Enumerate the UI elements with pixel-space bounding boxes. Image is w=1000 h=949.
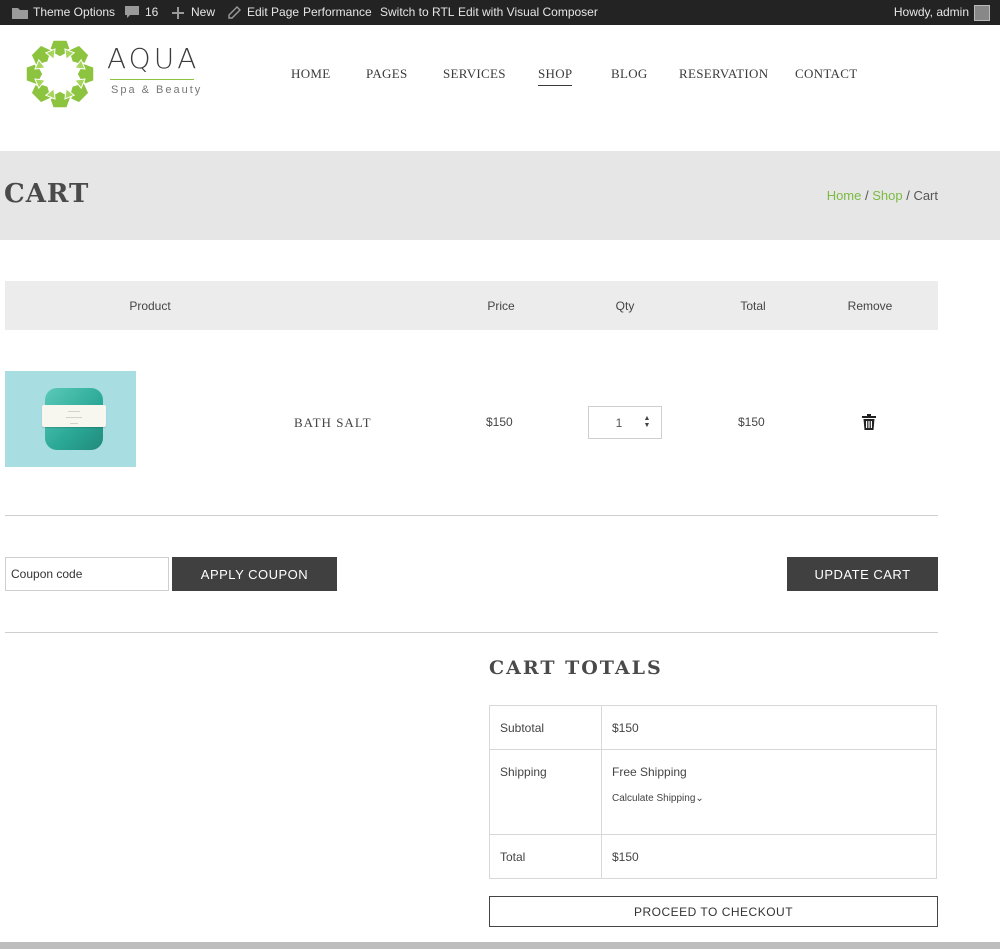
breadcrumb-separator: /: [902, 188, 914, 203]
product-name[interactable]: BATH SALT: [294, 415, 372, 431]
quantity-value: 1: [615, 416, 623, 430]
divider: [5, 515, 938, 516]
update-cart-button[interactable]: UPDATE CART: [787, 557, 938, 591]
pencil-icon: [226, 5, 242, 21]
quantity-stepper[interactable]: 1 ▲ ▼: [588, 406, 662, 439]
theme-options-link[interactable]: Theme Options: [12, 0, 115, 25]
logo-wordmark: AQUA: [107, 42, 200, 75]
plus-icon: [170, 5, 186, 21]
proceed-to-checkout-button[interactable]: PROCEED TO CHECKOUT: [489, 896, 938, 927]
column-header-price: Price: [487, 299, 515, 313]
nav-item-shop[interactable]: SHOP: [538, 66, 573, 86]
shipping-row: Shipping Free Shipping Calculate Shippin…: [490, 750, 936, 835]
avatar: [974, 4, 990, 21]
logo-tagline: Spa & Beauty: [111, 84, 203, 96]
chevron-down-icon: ⌄: [695, 793, 704, 804]
footer-strip: [0, 942, 1000, 949]
admin-bar: Theme Options 16 New Edit Page Performan…: [0, 0, 1000, 25]
breadcrumb-home[interactable]: Home: [827, 188, 862, 203]
subtotal-value: $150: [612, 721, 639, 735]
folder-icon: [12, 5, 28, 21]
coupon-code-input[interactable]: [5, 557, 169, 591]
cart-table-header: Product Price Qty Total Remove: [5, 281, 938, 330]
nav-item-home[interactable]: HOME: [291, 66, 330, 82]
nav-item-pages[interactable]: PAGES: [366, 66, 407, 82]
product-price: $150: [486, 415, 513, 429]
shipping-label: Shipping: [500, 765, 547, 779]
nav-item-blog[interactable]: BLOG: [611, 66, 648, 82]
column-header-qty: Qty: [615, 299, 635, 313]
product-thumbnail[interactable]: ——— ———— ——: [5, 371, 136, 467]
total-row: Total $150: [490, 835, 936, 878]
page-title-band: CART Home / Shop / Cart: [0, 151, 1000, 240]
subtotal-row: Subtotal $150: [490, 706, 936, 750]
site-logo[interactable]: AQUA Spa & Beauty: [26, 38, 206, 110]
soap-label: ——— ———— ——: [42, 405, 106, 427]
total-label: Total: [500, 850, 526, 864]
flower-logo-icon: [26, 39, 95, 109]
visual-composer-link[interactable]: Edit with Visual Composer: [458, 0, 598, 25]
edit-page-link[interactable]: Edit Page: [226, 0, 299, 25]
divider: [5, 632, 938, 633]
account-menu[interactable]: Howdy, admin: [894, 0, 990, 25]
logo-divider: [110, 79, 194, 80]
spin-arrows-icon[interactable]: ▲ ▼: [643, 415, 651, 430]
calculate-shipping-link[interactable]: Calculate Shipping⌄: [612, 793, 704, 804]
breadcrumb-shop[interactable]: Shop: [872, 188, 902, 203]
comment-icon: [124, 5, 140, 21]
subtotal-label: Subtotal: [500, 721, 545, 735]
nav-item-contact[interactable]: CONTACT: [795, 66, 857, 82]
product-total: $150: [738, 415, 765, 429]
column-header-total: Total: [740, 299, 766, 313]
column-header-remove: Remove: [847, 299, 893, 313]
breadcrumb-current: Cart: [913, 188, 938, 203]
calculate-shipping-label: Calculate Shipping: [612, 793, 696, 804]
apply-coupon-button[interactable]: APPLY COUPON: [172, 557, 337, 591]
trash-icon[interactable]: [862, 414, 876, 430]
nav-item-services[interactable]: SERVICES: [443, 66, 506, 82]
total-value: $150: [612, 850, 639, 864]
page-title: CART: [4, 179, 90, 209]
nav-item-reservation[interactable]: RESERVATION: [679, 66, 768, 82]
switch-rtl-link[interactable]: Switch to RTL: [380, 0, 454, 25]
new-content-link[interactable]: New: [170, 0, 215, 25]
comments-link[interactable]: 16: [124, 0, 158, 25]
shipping-value: Free Shipping: [612, 765, 687, 779]
breadcrumb-separator: /: [861, 188, 873, 203]
cart-totals-title: CART TOTALS: [489, 657, 663, 679]
breadcrumb: Home / Shop / Cart: [827, 188, 938, 203]
column-header-product: Product: [129, 299, 171, 313]
cart-totals-table: Subtotal $150 Shipping Free Shipping Cal…: [489, 705, 937, 879]
performance-link[interactable]: Performance: [303, 0, 372, 25]
